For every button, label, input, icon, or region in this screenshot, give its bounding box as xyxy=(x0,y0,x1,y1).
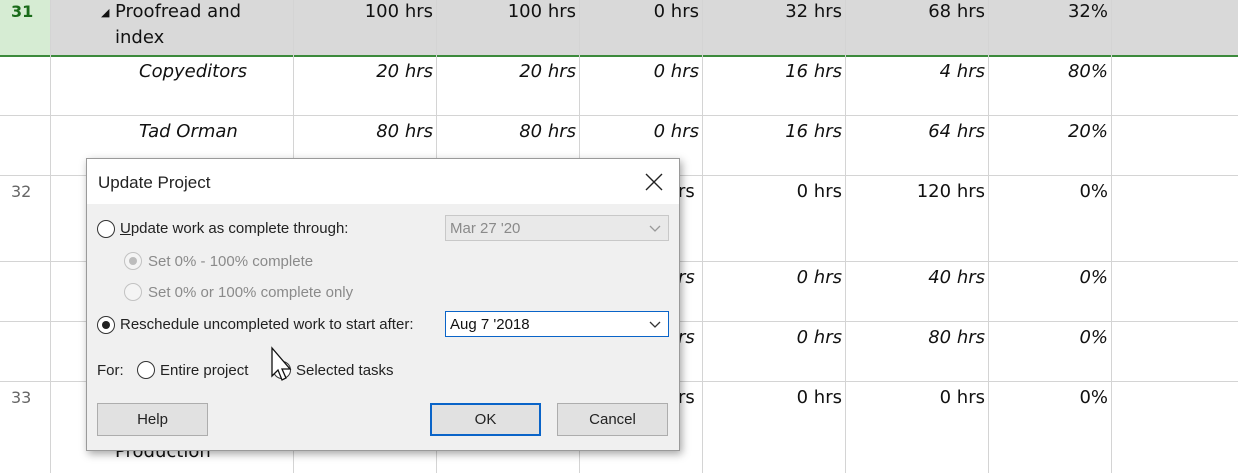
percent-cell[interactable]: 20% xyxy=(1068,121,1108,142)
set-pct-only-label[interactable]: Set 0% or 100% complete only xyxy=(148,284,353,301)
baseline-cell[interactable]: 100 hrs xyxy=(508,1,576,22)
remaining-cell[interactable]: 40 hrs xyxy=(928,267,985,288)
chevron-down-icon xyxy=(649,321,661,328)
dialog-title-bar[interactable]: Update Project xyxy=(87,159,679,204)
remaining-cell[interactable]: 120 hrs xyxy=(917,181,985,202)
row-id[interactable]: 33 xyxy=(0,388,51,407)
grid-line xyxy=(845,0,846,473)
percent-cell[interactable]: 0% xyxy=(1079,327,1108,348)
percent-cell[interactable]: 0% xyxy=(1079,181,1108,202)
remaining-cell[interactable]: 64 hrs xyxy=(928,121,985,142)
actual-cell[interactable]: 0 hrs xyxy=(797,181,842,202)
partial-cell: rs xyxy=(678,267,695,288)
dialog-title: Update Project xyxy=(98,173,211,192)
entire-project-radio[interactable] xyxy=(137,361,155,379)
remaining-cell[interactable]: 4 hrs xyxy=(940,61,985,82)
variance-cell[interactable]: 0 hrs xyxy=(654,61,699,82)
remaining-cell[interactable]: 68 hrs xyxy=(928,1,985,22)
ok-button[interactable]: OK xyxy=(430,403,541,436)
task-name-line[interactable]: index xyxy=(115,27,164,48)
row-id[interactable]: 32 xyxy=(0,182,51,201)
entire-project-label[interactable]: Entire project xyxy=(160,362,248,379)
reschedule-date: Aug 7 '2018 xyxy=(450,316,530,333)
actual-cell[interactable]: 16 hrs xyxy=(785,121,842,142)
for-label: For: xyxy=(97,362,124,379)
assignment-name[interactable]: Tad Orman xyxy=(139,121,238,142)
baseline-cell[interactable]: 80 hrs xyxy=(519,121,576,142)
assignment-name[interactable]: Copyeditors xyxy=(139,61,247,82)
variance-cell[interactable]: 0 hrs xyxy=(654,121,699,142)
partial-cell: rs xyxy=(678,387,695,408)
chevron-down-icon xyxy=(649,225,661,232)
reschedule-radio[interactable] xyxy=(97,316,115,334)
partial-cell: rs xyxy=(678,327,695,348)
work-cell[interactable]: 20 hrs xyxy=(376,61,433,82)
baseline-cell[interactable]: 20 hrs xyxy=(519,61,576,82)
reschedule-label[interactable]: Reschedule uncompleted work to start aft… xyxy=(120,316,413,333)
update-work-date: Mar 27 '20 xyxy=(450,220,521,237)
actual-cell[interactable]: 0 hrs xyxy=(797,327,842,348)
remaining-cell[interactable]: 80 hrs xyxy=(928,327,985,348)
percent-cell[interactable]: 80% xyxy=(1068,61,1108,82)
set-pct-range-label[interactable]: Set 0% - 100% complete xyxy=(148,253,313,270)
task-name-line[interactable]: Proofread and xyxy=(115,1,241,22)
update-work-label-text: pdate work as complete through: xyxy=(130,220,349,237)
help-button[interactable]: Help xyxy=(97,403,208,436)
selected-tasks-label[interactable]: Selected tasks xyxy=(296,362,394,379)
row-id[interactable]: 31 xyxy=(0,2,51,21)
remaining-cell[interactable]: 0 hrs xyxy=(940,387,985,408)
cancel-button[interactable]: Cancel xyxy=(557,403,668,436)
grid-line xyxy=(0,115,1238,116)
set-pct-range-radio[interactable] xyxy=(124,252,142,270)
actual-cell[interactable]: 0 hrs xyxy=(797,267,842,288)
actual-cell[interactable]: 0 hrs xyxy=(797,387,842,408)
variance-cell[interactable]: 0 hrs xyxy=(654,1,699,22)
update-work-radio[interactable] xyxy=(97,220,115,238)
grid-line xyxy=(1111,0,1112,473)
grid-line xyxy=(702,0,703,473)
work-cell[interactable]: 100 hrs xyxy=(365,1,433,22)
actual-cell[interactable]: 32 hrs xyxy=(785,1,842,22)
partial-cell: rs xyxy=(678,181,695,202)
close-icon[interactable] xyxy=(641,169,667,195)
update-work-label[interactable]: Update work as complete through: xyxy=(120,220,348,237)
mouse-cursor-icon xyxy=(271,346,292,381)
grid-line xyxy=(988,0,989,473)
selection-border xyxy=(0,55,1238,57)
work-cell[interactable]: 80 hrs xyxy=(376,121,433,142)
percent-cell[interactable]: 32% xyxy=(1068,1,1108,22)
collapse-triangle-icon[interactable]: ◢ xyxy=(101,6,109,19)
update-work-date-combo[interactable]: Mar 27 '20 xyxy=(445,215,669,241)
set-pct-only-radio[interactable] xyxy=(124,283,142,301)
percent-cell[interactable]: 0% xyxy=(1079,267,1108,288)
percent-cell[interactable]: 0% xyxy=(1079,387,1108,408)
actual-cell[interactable]: 16 hrs xyxy=(785,61,842,82)
reschedule-date-combo[interactable]: Aug 7 '2018 xyxy=(445,311,669,337)
update-project-dialog: Update Project Update work as complete t… xyxy=(86,158,680,451)
